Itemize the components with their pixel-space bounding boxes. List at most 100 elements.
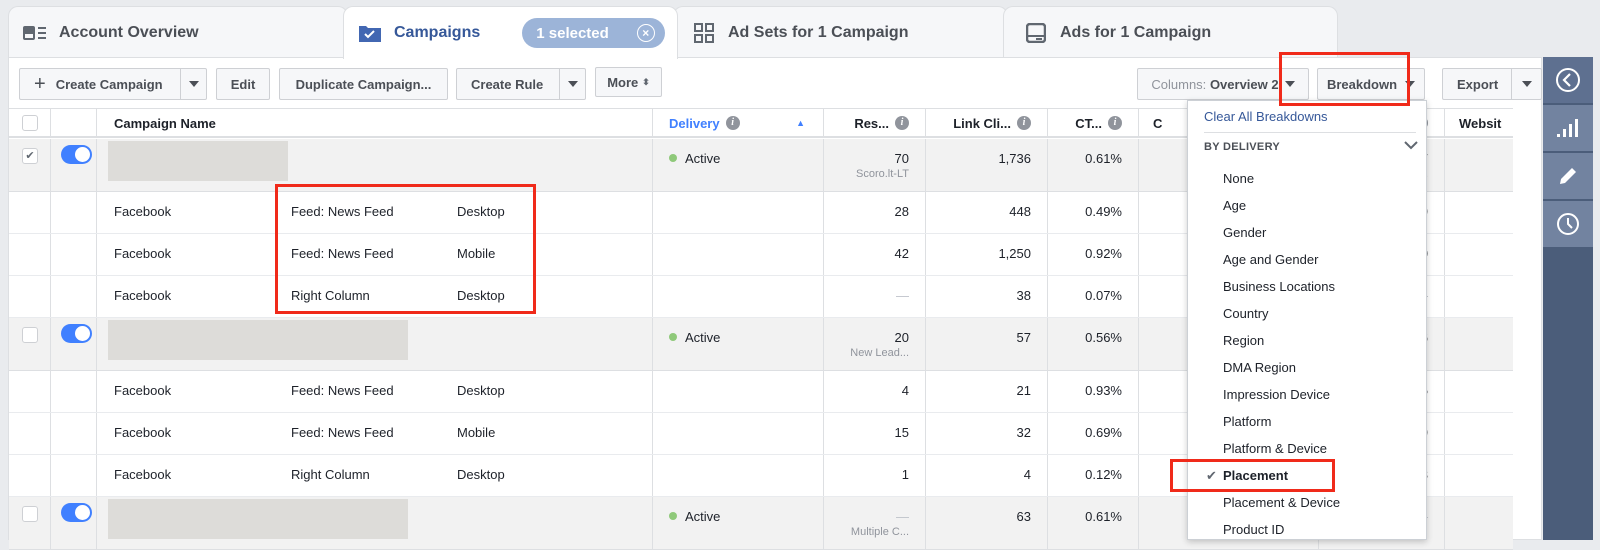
cell-results: 28: [824, 192, 926, 233]
redacted-campaign-name[interactable]: [108, 320, 408, 360]
breakdown-option[interactable]: Placement: [1223, 468, 1288, 483]
cell-delivery: [653, 371, 824, 412]
breakdown-option[interactable]: Platform & Device: [1223, 441, 1327, 456]
cell-results: 1: [824, 455, 926, 496]
account-overview-icon: [23, 23, 47, 43]
cell-delivery: Active: [653, 318, 824, 370]
column-header-results[interactable]: Res... i: [824, 109, 926, 137]
breakdown-option[interactable]: Region: [1223, 333, 1264, 348]
history-button[interactable]: [1543, 201, 1593, 249]
charts-button[interactable]: [1543, 105, 1593, 153]
cell-chk: [9, 276, 51, 317]
info-icon[interactable]: i: [895, 116, 909, 130]
tab-ad-sets[interactable]: Ad Sets for 1 Campaign: [673, 6, 1008, 58]
cell-delivery: [653, 276, 824, 317]
info-icon[interactable]: i: [725, 116, 740, 130]
select-all-checkbox[interactable]: [22, 115, 38, 131]
value-results: 1: [901, 467, 909, 482]
more-button[interactable]: More ⬍: [595, 67, 662, 97]
cell-results: 42: [824, 234, 926, 275]
info-icon[interactable]: i: [1017, 116, 1031, 130]
export-dropdown[interactable]: [1511, 69, 1541, 99]
value-link_clicks: 1,736: [998, 151, 1031, 166]
caret-down-icon: [1405, 81, 1416, 87]
cell-tog: [51, 455, 97, 496]
breakdown-option[interactable]: Placement & Device: [1223, 495, 1340, 510]
value-results: 70: [894, 151, 909, 166]
column-header-link-clicks[interactable]: Link Cli... i: [926, 109, 1048, 137]
edit-button[interactable]: Edit: [216, 68, 270, 100]
edit-panel-button[interactable]: [1543, 153, 1593, 201]
breakdown-device: Desktop: [457, 467, 505, 482]
cell-name: Facebook Feed: News Feed Desktop: [97, 371, 653, 412]
create-rule-label: Create Rule: [471, 76, 544, 92]
info-icon[interactable]: i: [1108, 116, 1122, 130]
chevron-down-icon[interactable]: [1404, 137, 1418, 153]
campaign-toggle[interactable]: [61, 145, 92, 164]
tab-ads[interactable]: Ads for 1 Campaign: [1003, 6, 1338, 58]
create-campaign-dropdown[interactable]: [180, 69, 206, 99]
export-label: Export: [1457, 76, 1499, 92]
cell-chk: [9, 234, 51, 275]
value-link_clicks: 21: [1016, 383, 1031, 398]
cell-link_clicks: 4: [926, 455, 1048, 496]
tab-label: Ad Sets for 1 Campaign: [728, 23, 909, 41]
breakdown-button[interactable]: Breakdown: [1317, 68, 1425, 100]
cell-website: [1445, 318, 1515, 370]
column-header-delivery[interactable]: Delivery i ▲: [653, 109, 824, 137]
column-header-website[interactable]: Websit: [1445, 109, 1515, 137]
breakdown-option[interactable]: Product ID: [1223, 522, 1284, 537]
cell-website: [1445, 413, 1515, 454]
clear-all-breakdowns-link[interactable]: Clear All Breakdowns: [1204, 109, 1328, 124]
redacted-campaign-name[interactable]: [108, 499, 408, 539]
columns-label: Columns:: [1151, 76, 1207, 92]
value-ctr: 0.07%: [1085, 288, 1122, 303]
duplicate-campaign-button[interactable]: Duplicate Campaign...: [279, 68, 448, 100]
sort-ascending-icon: ▲: [796, 118, 805, 128]
value-link_clicks: 38: [1016, 288, 1031, 303]
breakdown-option[interactable]: Platform: [1223, 414, 1271, 429]
value-subtext: Scoro.lt-LT: [856, 168, 909, 180]
toggle-column-header: [51, 109, 97, 137]
collapse-button[interactable]: [1543, 57, 1593, 105]
cell-website: [1445, 192, 1515, 233]
breakdown-option[interactable]: Business Locations: [1223, 279, 1335, 294]
breakdown-option[interactable]: Country: [1223, 306, 1269, 321]
columns-button[interactable]: Columns: Overview 2: [1137, 68, 1309, 100]
breakdown-option[interactable]: None: [1223, 171, 1254, 186]
breakdown-option[interactable]: Age: [1223, 198, 1246, 213]
value-ctr: 0.93%: [1085, 383, 1122, 398]
column-header-name[interactable]: Campaign Name: [97, 109, 653, 137]
redacted-campaign-name[interactable]: [108, 141, 288, 181]
value-results: —: [896, 288, 909, 303]
breakdown-option[interactable]: Impression Device: [1223, 387, 1330, 402]
breakdown-option[interactable]: Age and Gender: [1223, 252, 1318, 267]
create-rule-dropdown[interactable]: [559, 69, 585, 99]
value-results: —: [896, 509, 909, 524]
create-rule-button[interactable]: Create Rule: [456, 68, 586, 100]
cell-delivery: Active: [653, 139, 824, 191]
cell-name: Facebook Right Column Desktop: [97, 455, 653, 496]
row-checkbox[interactable]: [22, 506, 38, 522]
value-link_clicks: 57: [1016, 330, 1031, 345]
clear-selection-icon[interactable]: ×: [636, 24, 655, 42]
selection-count: 1 selected: [536, 24, 609, 42]
cell-results: 4: [824, 371, 926, 412]
create-campaign-button[interactable]: + Create Campaign: [19, 68, 207, 100]
cell-chk: [9, 192, 51, 233]
cell-ctr: 0.69%: [1048, 413, 1139, 454]
cell-chk: ✔: [9, 139, 51, 191]
tab-label: Account Overview: [59, 23, 199, 41]
tab-account-overview[interactable]: Account Overview: [8, 6, 348, 58]
cell-link_clicks: 1,736: [926, 139, 1048, 191]
breakdown-placement: Feed: News Feed: [291, 246, 394, 261]
column-header-ctr[interactable]: CT... i: [1048, 109, 1139, 137]
campaign-toggle[interactable]: [61, 503, 92, 522]
breakdown-option[interactable]: Gender: [1223, 225, 1266, 240]
breakdown-option[interactable]: DMA Region: [1223, 360, 1296, 375]
export-button[interactable]: Export: [1442, 68, 1542, 100]
row-checkbox[interactable]: ✔: [22, 148, 38, 164]
row-checkbox[interactable]: [22, 327, 38, 343]
tab-campaigns[interactable]: Campaigns 1 selected ×: [343, 6, 678, 59]
campaign-toggle[interactable]: [61, 324, 92, 343]
